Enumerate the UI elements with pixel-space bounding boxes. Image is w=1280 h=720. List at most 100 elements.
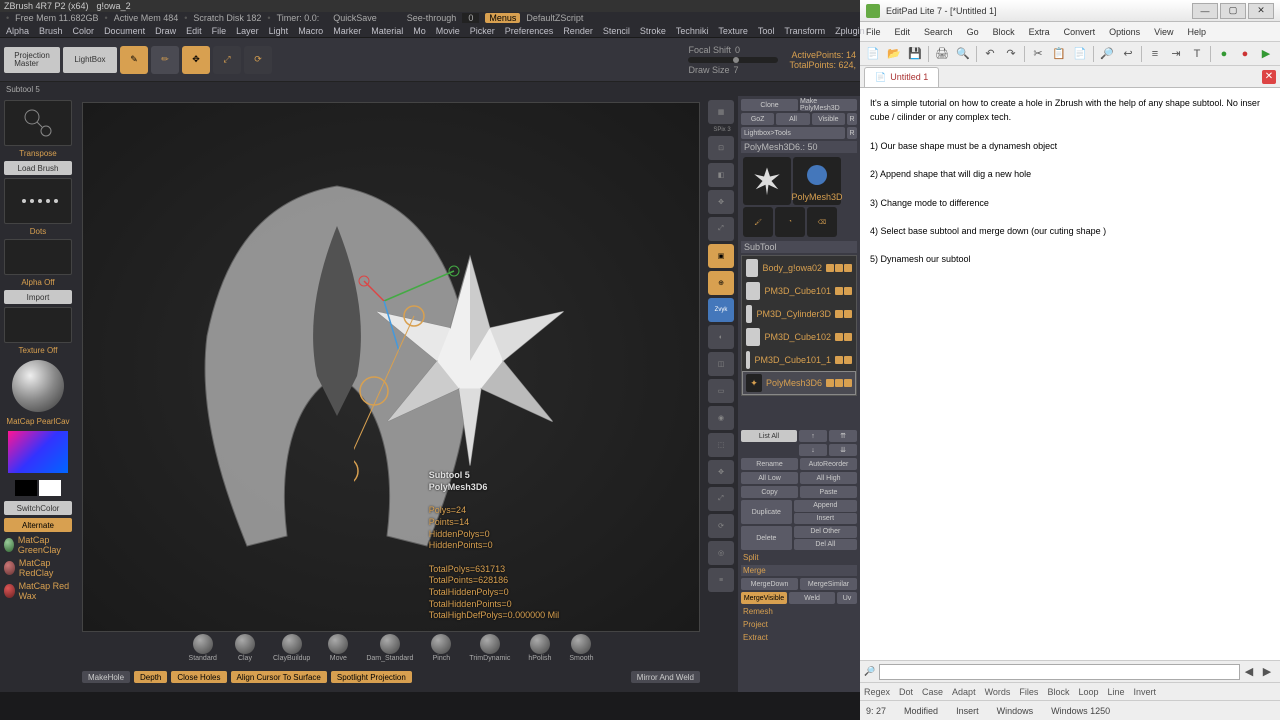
menu-edit[interactable]: Edit [895,27,911,37]
open-icon[interactable]: 📂 [885,45,903,63]
edit-mode-toggle[interactable]: ✎ [120,46,148,74]
quickmat-greenclay[interactable]: MatCap GreenClay [4,535,72,555]
menus-toggle[interactable]: Menus [485,13,520,23]
draw-size-value[interactable]: 7 [733,65,738,75]
spotlight-button[interactable]: Spotlight Projection [331,671,412,683]
menu-material[interactable]: Material [371,26,403,36]
menu-layer[interactable]: Layer [236,26,259,36]
opt-block[interactable]: Block [1047,687,1069,697]
minimize-button[interactable]: — [1192,3,1218,19]
menu-mo[interactable]: Mo [413,26,426,36]
opt-invert[interactable]: Invert [1134,687,1157,697]
menu-tool[interactable]: Tool [758,26,775,36]
new-icon[interactable]: 📄 [864,45,882,63]
menu-edit[interactable]: Edit [186,26,202,36]
menu-file[interactable]: File [866,27,881,37]
uv-button[interactable]: Uv [837,592,857,604]
alternate-button[interactable]: Alternate [4,518,72,532]
rail-scale[interactable]: ⤢ [708,487,734,511]
tool-eraser[interactable]: ⌫ [807,207,837,237]
rail-move[interactable]: ✥ [708,460,734,484]
brush-hpolish[interactable]: hPolish [528,634,551,662]
stroke-dots-icon[interactable] [4,178,72,224]
menu-help[interactable]: Help [1188,27,1207,37]
rail-half[interactable]: ◧ [708,163,734,187]
search-prev-icon[interactable]: ◀ [1240,663,1258,681]
opt-line[interactable]: Line [1107,687,1124,697]
find-icon[interactable]: 🔎 [1098,45,1116,63]
rail-sproof[interactable]: ≡ [708,568,734,592]
tab-untitled[interactable]: 📄Untitled 1 [864,67,939,87]
rail-rotate[interactable]: ⟳ [708,514,734,538]
rail-transp[interactable]: ◐ [708,325,734,349]
project-section[interactable]: Project [741,619,857,630]
opt-dot[interactable]: Dot [899,687,913,697]
goz-all-button[interactable]: All [776,113,809,125]
brush-claybuildup[interactable]: ClayBuildup [273,634,310,662]
brush-standard[interactable]: Standard [189,634,217,662]
closeholes-button[interactable]: Close Holes [171,671,226,683]
lightbox-r[interactable]: R [847,127,857,139]
extract-section[interactable]: Extract [741,632,857,643]
copy-button[interactable]: Copy [741,486,798,498]
menu-texture[interactable]: Texture [718,26,748,36]
alpha-slot[interactable] [4,239,72,275]
quickmat-redwax[interactable]: MatCap Red Wax [4,581,72,601]
moveup-button[interactable]: ↑ [799,430,827,442]
paste-icon[interactable]: 📄 [1071,45,1089,63]
brush-clay[interactable]: Clay [235,634,255,662]
menu-stencil[interactable]: Stencil [603,26,630,36]
goz-button[interactable]: GoZ [741,113,774,125]
rail-frame[interactable]: ⬚ [708,433,734,457]
swatch-black[interactable] [15,480,37,496]
rail-localsym[interactable]: ▣ [708,244,734,268]
color-picker[interactable] [8,431,68,473]
menu-block[interactable]: Block [993,27,1015,37]
depth-button[interactable]: Depth [134,671,167,683]
duplicate-button[interactable]: Duplicate [741,500,792,524]
subtool-item[interactable]: PM3D_Cylinder3D [743,303,855,325]
projection-master-button[interactable]: Projection Master [4,47,60,73]
menu-extra[interactable]: Extra [1029,27,1050,37]
opt-loop[interactable]: Loop [1078,687,1098,697]
import-button[interactable]: Import [4,290,72,304]
preview-icon[interactable]: 🔍 [954,45,972,63]
search-next-icon[interactable]: ▶ [1258,663,1276,681]
tool-polymesh3d[interactable]: PolyMesh3D [793,157,841,205]
listall-button[interactable]: List All [741,430,797,442]
quickmat-redclay[interactable]: MatCap RedClay [4,558,72,578]
rail-local[interactable]: ◉ [708,406,734,430]
delother-button[interactable]: Del Other [794,526,857,538]
font-icon[interactable]: T [1188,45,1206,63]
subtool-item[interactable]: PM3D_Cube101_1 [743,349,855,371]
menu-light[interactable]: Light [269,26,289,36]
viewport[interactable] [82,102,700,632]
brush-smooth[interactable]: Smooth [569,634,593,662]
mergevisible-button[interactable]: MergeVisible [741,592,787,604]
tab-close-icon[interactable]: ✕ [1262,70,1276,84]
opt-regex[interactable]: Regex [864,687,890,697]
copy-icon[interactable]: 📋 [1050,45,1068,63]
paste-button[interactable]: Paste [800,486,857,498]
default-zscript[interactable]: DefaultZScript [526,13,583,23]
alllow-button[interactable]: All Low [741,472,798,484]
brush-move[interactable]: Move [328,634,348,662]
clone-button[interactable]: Clone [741,99,798,111]
menu-preferences[interactable]: Preferences [505,26,554,36]
menu-picker[interactable]: Picker [470,26,495,36]
draw-mode-toggle[interactable]: ✏ [151,46,179,74]
rail-floor[interactable]: ▭ [708,379,734,403]
menu-marker[interactable]: Marker [333,26,361,36]
tool-simplebrush[interactable]: 🖌 [743,207,773,237]
opt-words[interactable]: Words [985,687,1011,697]
aligncursor-button[interactable]: Align Cursor To Surface [231,671,327,683]
move-mode-toggle[interactable]: ✥ [182,46,210,74]
menu-macro[interactable]: Macro [298,26,323,36]
movetop-button[interactable]: ⇈ [829,430,857,442]
transpose-icon[interactable] [4,100,72,146]
delall-button[interactable]: Del All [794,539,857,551]
merge-section[interactable]: Merge [741,565,857,576]
movedown-button[interactable]: ↓ [799,444,827,456]
allhigh-button[interactable]: All High [800,472,857,484]
rail-actual[interactable]: ⊡ [708,136,734,160]
